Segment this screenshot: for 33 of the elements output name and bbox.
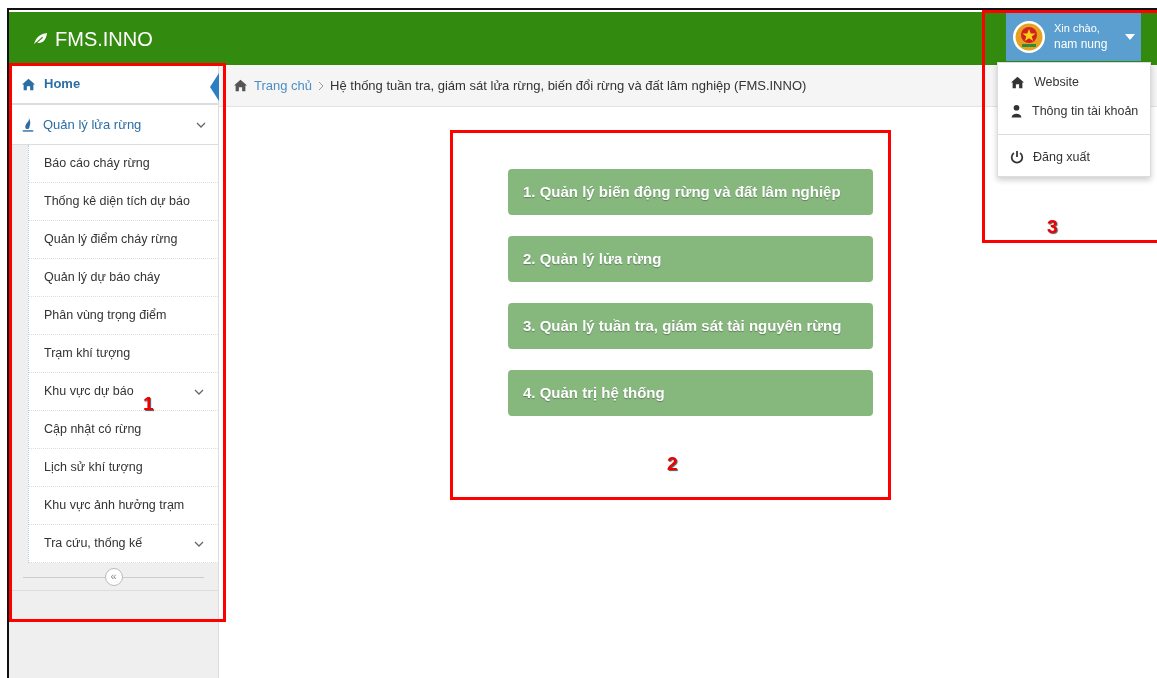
greeting-text: Xin chào, [1054, 21, 1101, 37]
home-icon [233, 79, 248, 92]
sidebar-subitem[interactable]: Lịch sử khí tượng [44, 458, 143, 477]
emblem-icon [1012, 20, 1046, 54]
leaf-icon [31, 31, 49, 46]
power-icon [1010, 149, 1024, 164]
person-icon [1010, 104, 1023, 119]
annotation-number: 2 [667, 452, 678, 476]
sidebar-subitem[interactable]: Quản lý dự báo cháy [44, 268, 161, 287]
dropdown-item[interactable]: Thông tin tài khoản [998, 96, 1151, 126]
sidebar-subitem[interactable]: Thống kê diện tích dự báo [44, 192, 190, 211]
home-icon [21, 77, 36, 91]
chevron-right-icon [318, 80, 325, 91]
sidebar-subitem[interactable]: Tra cứu, thống kế [44, 534, 143, 553]
breadcrumb-current: Hệ thống tuần tra, giám sát lửa rừng, biến đổi rừng và đất lâm nghiệp (FMS.INNO) [330, 76, 807, 95]
sidebar-subitem[interactable]: Báo cáo cháy rừng [44, 154, 150, 173]
home-icon [1010, 75, 1025, 89]
dropdown-item[interactable]: Đăng xuất [998, 142, 1151, 172]
sidebar-subitem[interactable]: Khu vực ảnh hưởng trạm [44, 496, 185, 515]
user-name: nam nung [1054, 36, 1109, 53]
caret-down-icon [1125, 34, 1135, 40]
annotation-number: 3 [1047, 215, 1058, 239]
dropdown-item[interactable]: Website [998, 68, 1151, 97]
collapse-button[interactable]: « [104, 567, 123, 586]
sidebar-item[interactable]: Home [9, 65, 218, 105]
sidebar-subitem[interactable]: Trạm khí tượng [44, 344, 131, 363]
sidebar-subitem[interactable]: Khu vực dự báo [44, 382, 134, 401]
brand-name: FMS.INNO [55, 26, 153, 52]
sidebar-subitem[interactable]: Quản lý điểm cháy rừng [44, 230, 178, 249]
sidebar-subitem[interactable]: Cập nhật có rừng [44, 420, 142, 439]
sidebar-subitem[interactable]: Phân vùng trọng điểm [44, 306, 167, 325]
annotation-number: 1 [143, 392, 154, 416]
sidebar-item[interactable]: Quản lý lửa rừng [9, 105, 218, 145]
